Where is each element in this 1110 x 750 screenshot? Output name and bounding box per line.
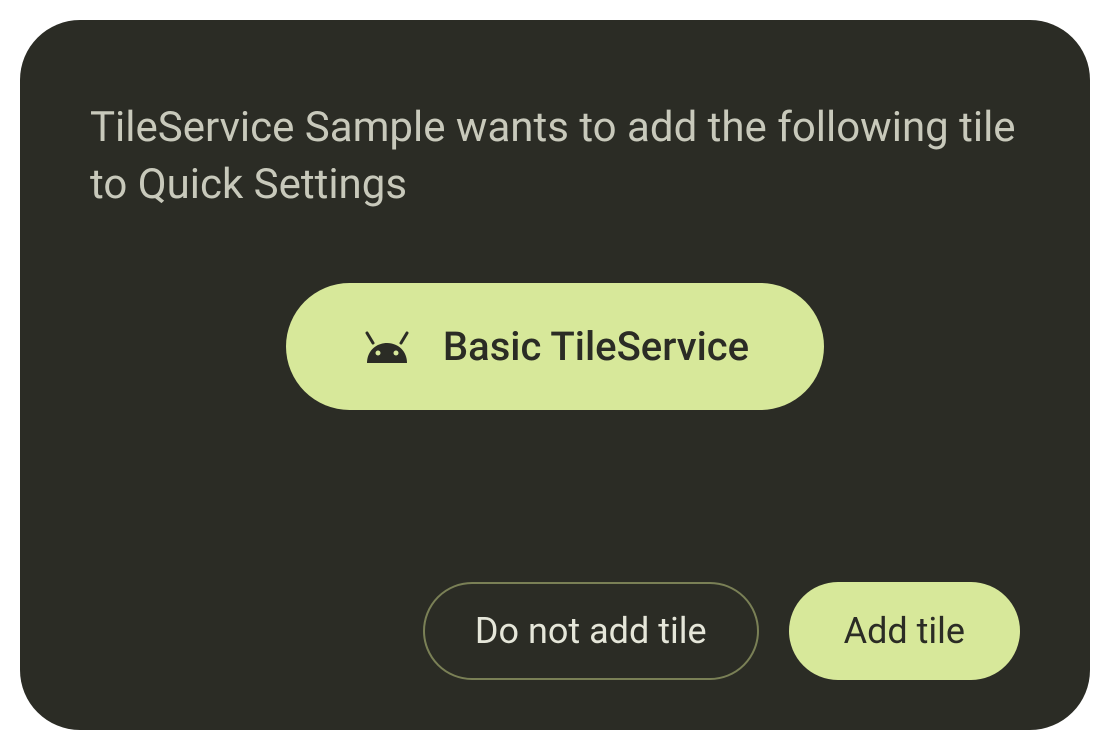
tile-preview: Basic TileService: [286, 283, 824, 410]
tile-label: Basic TileService: [443, 323, 749, 370]
do-not-add-tile-button[interactable]: Do not add tile: [423, 582, 759, 680]
add-tile-dialog: TileService Sample wants to add the foll…: [20, 20, 1090, 730]
dialog-actions: Do not add tile Add tile: [90, 582, 1020, 680]
add-tile-button[interactable]: Add tile: [789, 582, 1020, 680]
android-icon: [361, 331, 413, 363]
dialog-message: TileService Sample wants to add the foll…: [90, 100, 1020, 213]
